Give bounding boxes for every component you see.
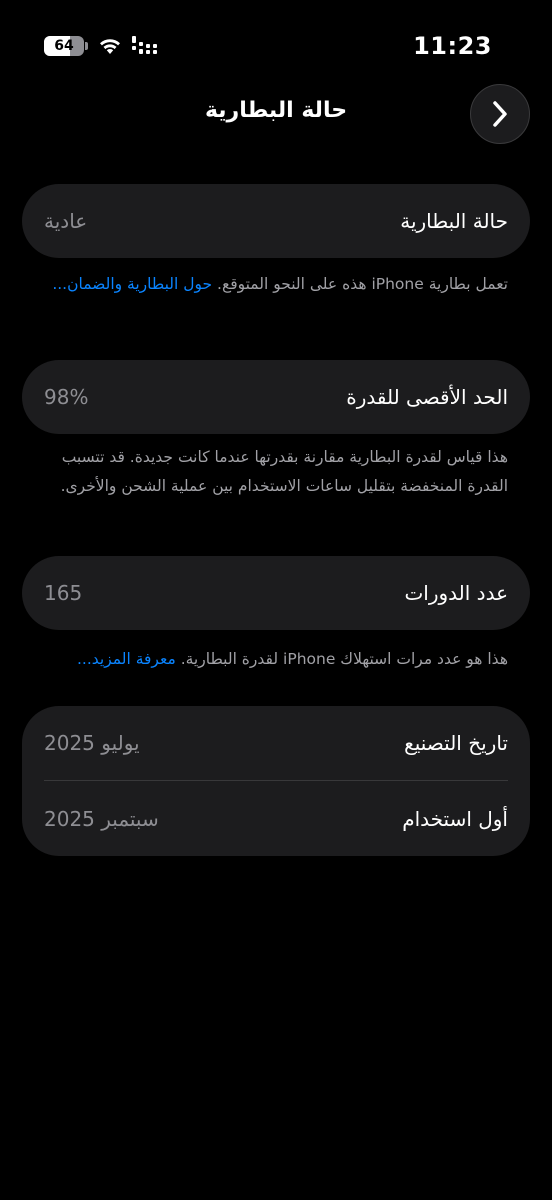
status-time: 11:23 — [413, 32, 492, 60]
cycle-count-label: عدد الدورات — [404, 581, 508, 605]
status-bar: 64 11:23 — [44, 28, 492, 64]
battery-health-value: عادية — [44, 209, 88, 233]
maximum-capacity-note-text: هذا قياس لقدرة البطارية مقارنة بقدرتها ع… — [60, 448, 508, 495]
wifi-icon — [100, 39, 120, 54]
maximum-capacity-card: الحد الأقصى للقدرة 98% — [22, 360, 530, 434]
battery-body: 64 — [44, 36, 84, 56]
manufacture-date-row: تاريخ التصنيع يوليو 2025 — [22, 706, 530, 780]
cycle-count-note-text: هذا هو عدد مرات استهلاك iPhone لقدرة الب… — [175, 650, 508, 668]
manufacture-date-value: يوليو 2025 — [44, 731, 140, 755]
battery-health-label: حالة البطارية — [400, 209, 508, 233]
status-icons: 64 — [44, 36, 158, 56]
battery-health-note: تعمل بطارية iPhone هذه على النحو المتوقع… — [44, 270, 508, 299]
first-use-row: أول استخدام سبتمبر 2025 — [22, 781, 530, 856]
chevron-right-icon — [493, 101, 507, 127]
battery-health-note-text: تعمل بطارية iPhone هذه على النحو المتوقع… — [212, 275, 508, 293]
battery-dates-card: تاريخ التصنيع يوليو 2025 أول استخدام سبت… — [22, 706, 530, 856]
cycle-count-row: عدد الدورات 165 — [22, 556, 530, 630]
first-use-label: أول استخدام — [402, 806, 508, 831]
battery-health-row: حالة البطارية عادية — [22, 184, 530, 258]
back-button[interactable] — [470, 84, 530, 144]
battery-warranty-link[interactable]: حول البطارية والضمان... — [52, 275, 212, 293]
first-use-value: سبتمبر 2025 — [44, 806, 159, 831]
maximum-capacity-value: 98% — [44, 385, 89, 409]
battery-icon: 64 — [44, 36, 88, 56]
learn-more-link[interactable]: معرفة المزيد... — [77, 650, 176, 668]
cycle-count-card: عدد الدورات 165 — [22, 556, 530, 630]
cycle-count-value: 165 — [44, 581, 83, 605]
battery-cap — [85, 42, 88, 50]
maximum-capacity-label: الحد الأقصى للقدرة — [346, 385, 508, 409]
maximum-capacity-row: الحد الأقصى للقدرة 98% — [22, 360, 530, 434]
cycle-count-note: هذا هو عدد مرات استهلاك iPhone لقدرة الب… — [44, 645, 508, 674]
cellular-signal-icon — [132, 36, 157, 54]
manufacture-date-label: تاريخ التصنيع — [404, 731, 508, 755]
navigation-bar: حالة البطارية — [0, 84, 552, 146]
battery-level: 64 — [54, 38, 74, 54]
battery-health-card: حالة البطارية عادية — [22, 184, 530, 258]
maximum-capacity-note: هذا قياس لقدرة البطارية مقارنة بقدرتها ع… — [44, 443, 508, 501]
